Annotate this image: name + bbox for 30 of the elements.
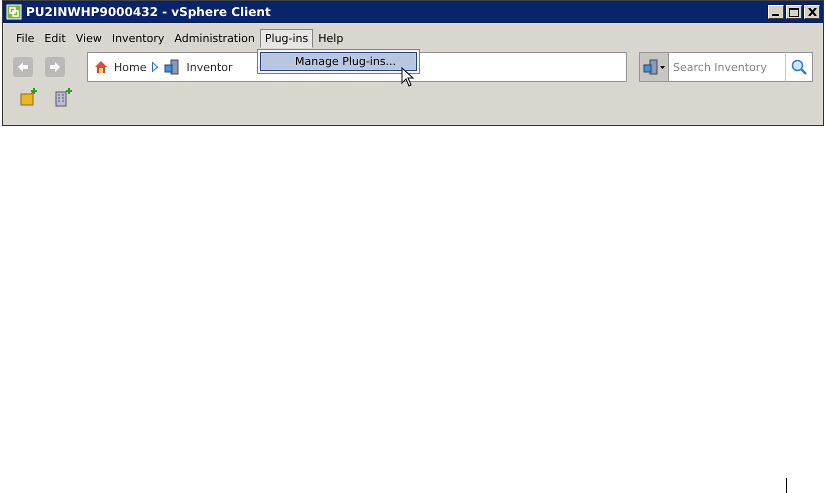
server-icon — [643, 59, 659, 75]
minimize-button[interactable] — [768, 5, 784, 19]
breadcrumb-item[interactable]: Home — [114, 60, 146, 74]
app-icon — [6, 4, 22, 20]
search-button[interactable] — [785, 52, 813, 82]
new-datacenter-icon[interactable] — [53, 87, 73, 107]
menu-item[interactable]: View — [70, 28, 107, 48]
breadcrumb-item[interactable]: Inventor — [186, 60, 233, 74]
server-icon — [164, 59, 180, 75]
chevron-icon — [152, 62, 158, 72]
maximize-button[interactable] — [786, 5, 802, 19]
close-button[interactable] — [804, 5, 820, 19]
menu-item[interactable]: Plug-ins — [260, 28, 314, 48]
menu-item[interactable]: Administration — [169, 28, 260, 48]
menu-item[interactable]: File — [11, 28, 40, 48]
caret-icon — [660, 66, 665, 68]
maximize-icon — [789, 8, 799, 16]
menu-item[interactable]: Edit — [39, 28, 71, 48]
window-title: PU2INWHP9000432 - vSphere Client — [26, 5, 272, 19]
new-folder-icon[interactable] — [19, 87, 39, 107]
close-icon — [808, 8, 816, 16]
scope-dropdown[interactable] — [639, 52, 669, 82]
search-icon — [791, 59, 807, 75]
back-arrow-icon — [17, 62, 29, 72]
menu-option[interactable]: Manage Plug-ins... — [260, 52, 418, 71]
menu-item[interactable]: Inventory — [106, 28, 170, 48]
home-icon — [94, 60, 108, 74]
forward-arrow-icon — [49, 62, 61, 72]
search-field[interactable]: Search Inventory — [669, 52, 785, 82]
menu-item[interactable]: Help — [313, 28, 348, 48]
